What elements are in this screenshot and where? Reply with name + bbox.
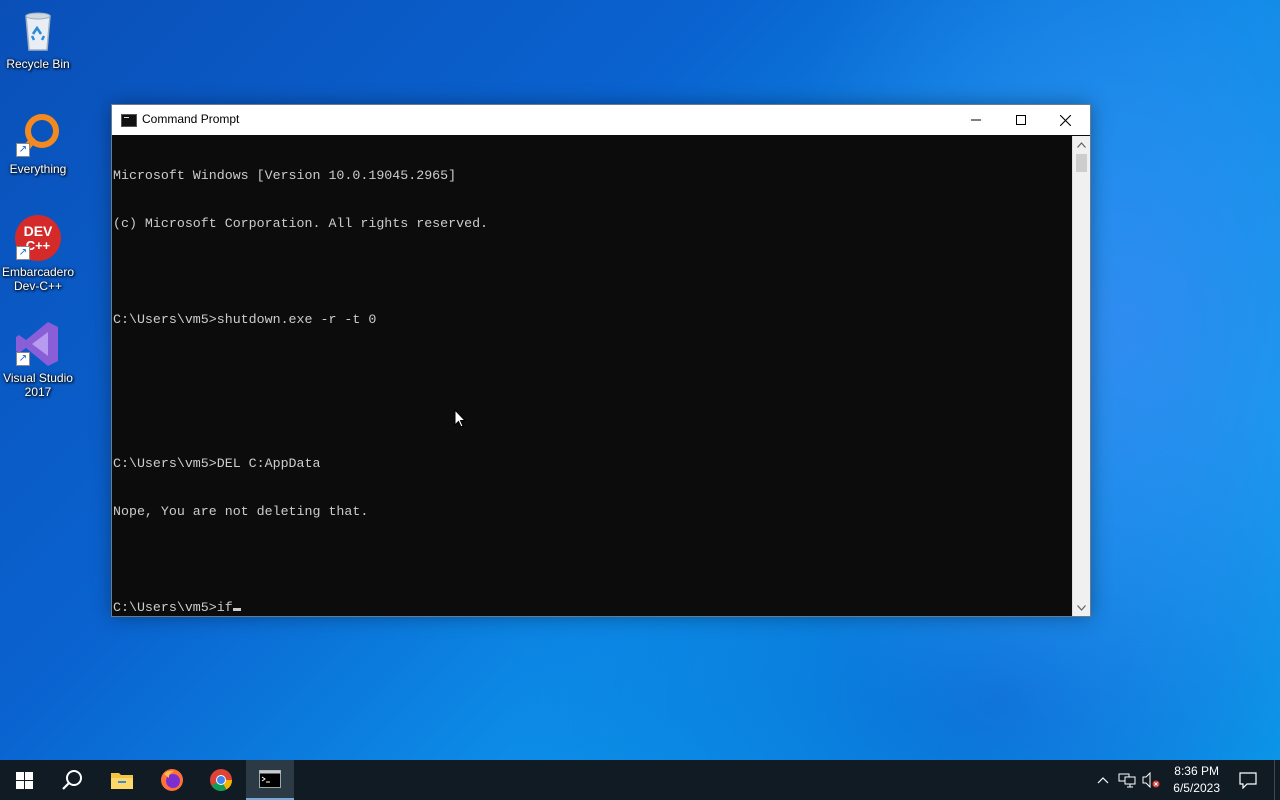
console-output[interactable]: Microsoft Windows [Version 10.0.19045.29… (112, 136, 1074, 616)
magnifier-icon: ↗ (14, 111, 62, 159)
console-line: Nope, You are not deleting that. (113, 504, 369, 519)
taskbar-file-explorer[interactable] (98, 760, 146, 800)
console-line: Microsoft Windows [Version 10.0.19045.29… (113, 168, 457, 183)
vertical-scrollbar[interactable] (1072, 136, 1090, 616)
window-title: Command Prompt (142, 112, 240, 126)
console-input-line[interactable]: C:\Users\vm5>if (113, 600, 1074, 616)
maximize-button[interactable] (998, 105, 1043, 135)
mouse-pointer-icon (454, 408, 467, 433)
clock-date: 6/5/2023 (1173, 781, 1220, 795)
desktop-icon-everything[interactable]: ↗ Everything (0, 111, 76, 176)
scroll-down-button[interactable] (1073, 599, 1090, 616)
chevron-down-icon (1077, 604, 1086, 611)
svg-text:DEV: DEV (24, 223, 53, 239)
clock[interactable]: 8:36 PM 6/5/2023 (1173, 763, 1220, 797)
command-prompt-window[interactable]: Command Prompt Microsoft Windows [Versio… (111, 104, 1091, 617)
taskbar-firefox[interactable] (148, 760, 196, 800)
desktop-icon-label: Embarcadero Dev-C++ (1, 265, 75, 293)
search-icon (62, 770, 82, 790)
chevron-up-icon (1077, 141, 1086, 148)
desktop-icon-label: Visual Studio 2017 (3, 371, 73, 399)
minimize-icon (970, 119, 981, 121)
close-icon (1060, 114, 1071, 126)
start-button[interactable] (0, 760, 48, 800)
minimize-button[interactable] (953, 105, 998, 135)
chrome-icon (210, 769, 232, 791)
console-line: (c) Microsoft Corporation. All rights re… (113, 216, 489, 231)
command-prompt-icon (259, 770, 281, 788)
network-icon (1118, 773, 1136, 788)
file-explorer-icon (111, 773, 133, 789)
console-prompt-text: C:\Users\vm5>if (113, 600, 233, 615)
show-hidden-icons-button[interactable] (1093, 760, 1113, 800)
title-bar[interactable]: Command Prompt (112, 105, 1090, 135)
visual-studio-icon: ↗ (14, 320, 62, 368)
volume-button[interactable] (1140, 760, 1162, 800)
shortcut-arrow-icon: ↗ (16, 352, 30, 366)
network-button[interactable] (1116, 760, 1138, 800)
desktop-icon-label: Recycle Bin (6, 57, 70, 71)
recycle-bin-icon (14, 6, 62, 54)
maximize-icon (1015, 115, 1026, 125)
shortcut-arrow-icon: ↗ (16, 143, 30, 157)
show-desktop-button[interactable] (1274, 760, 1280, 800)
command-prompt-icon (121, 114, 137, 127)
close-button[interactable] (1043, 105, 1088, 135)
desktop-icon-visual-studio[interactable]: ↗ Visual Studio 2017 (0, 320, 76, 399)
shortcut-arrow-icon: ↗ (16, 246, 30, 260)
taskbar-command-prompt[interactable] (246, 760, 294, 800)
text-cursor (232, 608, 241, 611)
console-line: C:\Users\vm5>DEL C:AppData (113, 456, 321, 471)
taskbar: 8:36 PM 6/5/2023 (0, 760, 1280, 800)
taskbar-chrome[interactable] (197, 760, 245, 800)
start-icon (15, 771, 33, 789)
notifications-button[interactable] (1230, 760, 1266, 800)
desktop-icon-devcpp[interactable]: DEV C++ ↗ Embarcadero Dev-C++ (0, 214, 76, 293)
chevron-up-icon (1097, 777, 1109, 784)
devcpp-icon: DEV C++ ↗ (14, 214, 62, 262)
desktop-icon-label: Everything (9, 162, 67, 176)
firefox-icon (161, 769, 183, 791)
search-button[interactable] (48, 760, 96, 800)
notification-icon (1239, 772, 1257, 789)
clock-time: 8:36 PM (1174, 764, 1219, 778)
scrollbar-thumb[interactable] (1076, 154, 1087, 172)
console-line: C:\Users\vm5>shutdown.exe -r -t 0 (113, 312, 377, 327)
volume-muted-icon (1142, 772, 1160, 788)
scroll-up-button[interactable] (1073, 136, 1090, 153)
desktop-icon-recycle-bin[interactable]: Recycle Bin (0, 6, 76, 71)
